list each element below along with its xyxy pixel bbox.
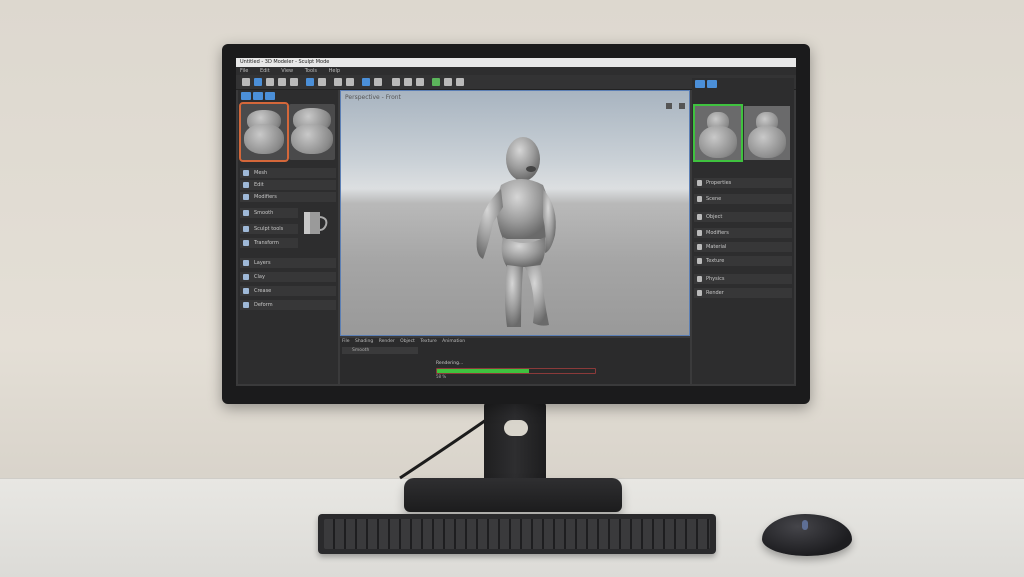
play-icon[interactable] xyxy=(432,78,440,86)
progress-label: Rendering... xyxy=(436,361,464,366)
monitor-stand-cable-hole xyxy=(504,420,528,436)
scene-icon xyxy=(697,196,702,202)
physics-icon xyxy=(697,276,702,282)
smooth-tool-icon[interactable] xyxy=(318,78,326,86)
scene-tab-icon[interactable] xyxy=(707,80,717,88)
tab-file[interactable]: File xyxy=(342,339,350,344)
redo-icon[interactable] xyxy=(346,78,354,86)
select-tool-icon[interactable] xyxy=(242,78,250,86)
scale-tool-icon[interactable] xyxy=(278,78,286,86)
panel-row-properties[interactable]: Properties xyxy=(694,178,792,188)
deform-icon xyxy=(243,302,249,308)
brush-thumbnail-2[interactable] xyxy=(289,104,335,160)
monitor-screen: Untitled - 3D Modeler - Sculpt Mode File… xyxy=(236,58,796,386)
window-title: Untitled - 3D Modeler - Sculpt Mode xyxy=(236,58,796,67)
wrench-icon xyxy=(697,230,702,236)
sculpt-tool-icon[interactable] xyxy=(306,78,314,86)
modifier-icon xyxy=(243,194,249,200)
clay-icon xyxy=(243,274,249,280)
undo-icon[interactable] xyxy=(334,78,342,86)
panel-row-render[interactable]: Render xyxy=(694,288,792,298)
mesh-tab-icon[interactable] xyxy=(253,92,263,100)
render-progress-fill xyxy=(437,369,529,373)
panel-row-modifiers[interactable]: Modifiers xyxy=(240,192,336,202)
panel-row-mesh[interactable]: Mesh xyxy=(240,168,336,178)
reference-thumbnail-2[interactable] xyxy=(744,106,790,160)
progress-value: 58 % xyxy=(436,374,447,379)
timeline-tabs: File Shading Render Object Texture Anima… xyxy=(342,339,469,344)
mug-preview-icon xyxy=(304,212,328,234)
viewport-maximize-icon[interactable] xyxy=(679,103,685,109)
viewport-label: Perspective - Front xyxy=(345,94,401,101)
tab-animation[interactable]: Animation xyxy=(442,339,465,344)
timeline-panel: File Shading Render Object Texture Anima… xyxy=(340,338,690,384)
panel-row-edit[interactable]: Edit xyxy=(240,180,336,190)
panel-row-sculpt-tools[interactable]: Sculpt tools xyxy=(240,224,298,234)
reference-thumbnail-1[interactable] xyxy=(693,104,743,162)
sculpt-icon xyxy=(243,226,249,232)
monitor-stand-base xyxy=(404,478,622,512)
crease-icon xyxy=(243,288,249,294)
panel-row-modifiers[interactable]: Modifiers xyxy=(694,228,792,238)
camera-icon[interactable] xyxy=(416,78,424,86)
panel-row-layers[interactable]: Layers xyxy=(240,258,336,268)
zoom-icon[interactable] xyxy=(374,78,382,86)
brush-thumbnail-1[interactable] xyxy=(239,102,289,162)
edit-icon xyxy=(243,182,249,188)
menu-edit[interactable]: Edit xyxy=(260,68,270,74)
3d-viewport[interactable]: Perspective - Front xyxy=(340,90,690,336)
texture-icon xyxy=(697,258,702,264)
panel-row-scene[interactable]: Scene xyxy=(694,194,792,204)
menu-view[interactable]: View xyxy=(281,68,293,74)
panel-row-texture[interactable]: Texture xyxy=(694,256,792,266)
transform-icon xyxy=(243,240,249,246)
mesh-icon xyxy=(243,170,249,176)
keyboard xyxy=(318,514,716,554)
properties-icon xyxy=(697,180,702,186)
render-settings-icon xyxy=(697,290,702,296)
tab-object[interactable]: Object xyxy=(400,339,415,344)
viewport-shading-icon[interactable] xyxy=(665,103,672,109)
properties-tab-icon[interactable] xyxy=(695,80,705,88)
panel-row-object[interactable]: Object xyxy=(694,212,792,222)
mask-tool-icon[interactable] xyxy=(362,78,370,86)
monitor-stand-neck xyxy=(484,402,546,486)
panel-row-deform[interactable]: Deform xyxy=(240,300,336,310)
right-panel: Properties Scene Object Modifiers Materi… xyxy=(692,78,794,384)
menu-tools[interactable]: Tools xyxy=(305,68,317,74)
menu-bar: File Edit View Tools Help xyxy=(236,67,796,75)
material-icon xyxy=(697,244,702,250)
snap-icon[interactable] xyxy=(404,78,412,86)
sculpted-character-model xyxy=(476,137,556,327)
keyboard-keys xyxy=(324,519,710,549)
tab-render[interactable]: Render xyxy=(379,339,395,344)
render-icon[interactable] xyxy=(456,78,464,86)
smooth-icon xyxy=(243,210,249,216)
panel-row-physics[interactable]: Physics xyxy=(694,274,792,284)
panel-row-material[interactable]: Material xyxy=(694,242,792,252)
viewport-controls xyxy=(664,94,685,113)
panel-row-transform[interactable]: Transform xyxy=(240,238,298,248)
rotate-tool-icon[interactable] xyxy=(266,78,274,86)
timeline-row[interactable]: Smooth xyxy=(342,347,418,354)
brush-tab-icon[interactable] xyxy=(241,92,251,100)
tab-shading[interactable]: Shading xyxy=(355,339,373,344)
move-tool-icon[interactable] xyxy=(254,78,262,86)
menu-help[interactable]: Help xyxy=(329,68,340,74)
object-icon xyxy=(697,214,702,220)
left-panel: Mesh Edit Modifiers Smooth Sculpt tools … xyxy=(238,90,338,384)
menu-file[interactable]: File xyxy=(240,68,248,74)
panel-row-crease[interactable]: Crease xyxy=(240,286,336,296)
panel-row-smooth[interactable]: Smooth xyxy=(240,208,298,218)
material-tab-icon[interactable] xyxy=(265,92,275,100)
mouse-scroll-wheel xyxy=(802,520,808,530)
tab-texture[interactable]: Texture xyxy=(420,339,436,344)
panel-row-clay[interactable]: Clay xyxy=(240,272,336,282)
brush-tool-icon[interactable] xyxy=(290,78,298,86)
grid-icon[interactable] xyxy=(392,78,400,86)
layers-icon xyxy=(243,260,249,266)
light-icon[interactable] xyxy=(444,78,452,86)
